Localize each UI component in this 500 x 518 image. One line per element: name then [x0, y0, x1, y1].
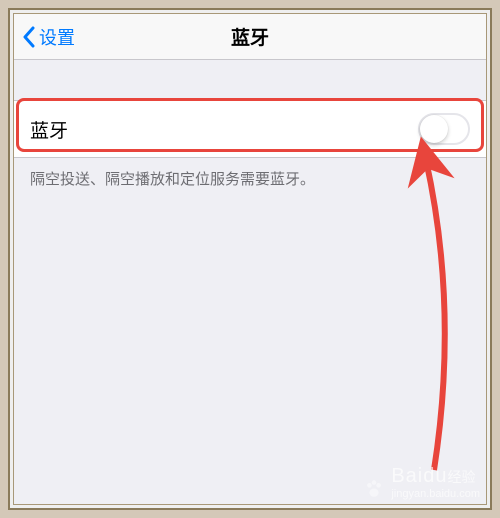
section-footer: 隔空投送、隔空播放和定位服务需要蓝牙。	[14, 158, 486, 199]
back-button[interactable]: 设置	[14, 24, 75, 50]
bluetooth-label: 蓝牙	[30, 116, 68, 143]
page-title: 蓝牙	[14, 23, 486, 50]
chevron-left-icon	[22, 26, 35, 48]
watermark: Baidu经验 jingyan.baidu.com	[363, 465, 480, 500]
settings-group: 蓝牙	[14, 100, 486, 158]
bluetooth-toggle[interactable]	[418, 113, 470, 145]
content-area: 蓝牙 隔空投送、隔空播放和定位服务需要蓝牙。	[14, 60, 486, 504]
section-spacer	[14, 60, 486, 100]
navbar: 设置 蓝牙	[14, 14, 486, 60]
watermark-text: Baidu经验 jingyan.baidu.com	[391, 465, 480, 500]
watermark-brand: Baidu	[391, 465, 447, 487]
paw-icon	[363, 478, 385, 500]
watermark-url: jingyan.baidu.com	[391, 488, 480, 500]
screen: 设置 蓝牙 蓝牙 隔空投送、隔空播放和定位服务需要蓝牙。	[13, 13, 487, 505]
back-label: 设置	[39, 24, 75, 50]
watermark-brand-cn: 经验	[447, 469, 475, 485]
bluetooth-row[interactable]: 蓝牙	[14, 101, 486, 157]
toggle-knob	[420, 115, 448, 143]
photo-frame: 设置 蓝牙 蓝牙 隔空投送、隔空播放和定位服务需要蓝牙。	[8, 8, 492, 510]
